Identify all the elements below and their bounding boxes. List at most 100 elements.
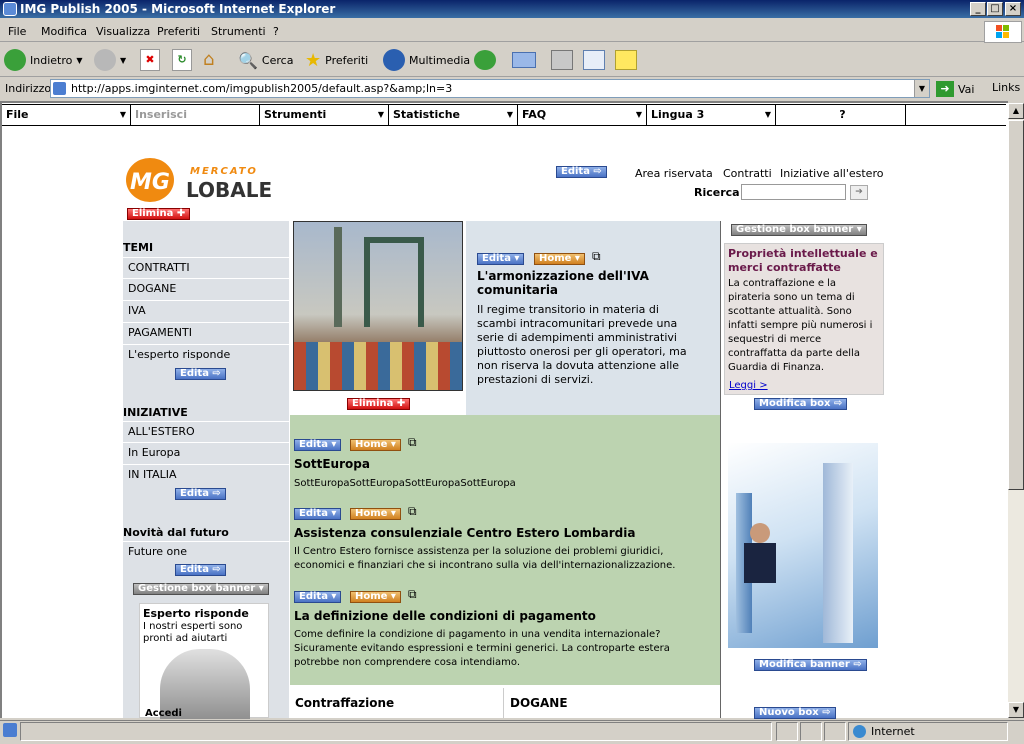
box-dogane-title[interactable]: DOGANE bbox=[510, 696, 568, 710]
gestione-box-banner-right-button[interactable]: Gestione box banner ▾ bbox=[731, 224, 867, 236]
scroll-thumb[interactable] bbox=[1008, 120, 1024, 490]
ip-box-title[interactable]: Proprietà intellettuale e merci contraff… bbox=[728, 247, 878, 275]
box-contraffazione-title[interactable]: Contraffazione bbox=[295, 696, 394, 710]
stop-icon[interactable]: ✖ bbox=[140, 49, 160, 71]
appmenu-help[interactable]: ? bbox=[776, 105, 906, 125]
nav-pagamenti[interactable]: PAGAMENTI bbox=[123, 323, 289, 345]
copy-icon[interactable]: ⧉ bbox=[408, 435, 417, 450]
menu-file[interactable]: File bbox=[8, 25, 26, 38]
menu-strumenti[interactable]: Strumenti bbox=[211, 25, 266, 38]
star-icon: ★ bbox=[305, 49, 322, 71]
nav-future-one[interactable]: Future one bbox=[123, 541, 289, 563]
news-list: Edita ▾ Home ▾ ⧉ SottEuropa SottEuropaSo… bbox=[290, 415, 720, 685]
back-arrow-icon bbox=[4, 49, 26, 71]
business-banner-image[interactable] bbox=[728, 443, 878, 648]
nav-in-italia[interactable]: IN ITALIA bbox=[123, 465, 289, 487]
link-area-riservata[interactable]: Area riservata bbox=[635, 167, 713, 180]
site-search-input[interactable] bbox=[741, 184, 846, 200]
elimina-image-button[interactable]: Elimina ✚ bbox=[347, 398, 411, 410]
copy-icon[interactable]: ⧉ bbox=[408, 504, 417, 519]
scroll-up-button[interactable]: ▲ bbox=[1008, 103, 1024, 119]
news-title[interactable]: Assistenza consulenziale Centro Estero L… bbox=[294, 526, 635, 540]
home-article-button[interactable]: Home ▾ bbox=[534, 253, 585, 265]
copy-icon[interactable]: ⧉ bbox=[592, 249, 601, 264]
maximize-button[interactable]: □ bbox=[987, 2, 1003, 16]
nav-all-estero[interactable]: ALL'ESTERO bbox=[123, 421, 289, 443]
link-contratti[interactable]: Contratti bbox=[723, 167, 772, 180]
home-news2-button[interactable]: Home ▾ bbox=[350, 508, 401, 520]
search-button[interactable]: 🔍 Cerca bbox=[238, 48, 293, 72]
edita-article-button[interactable]: Edita ▾ bbox=[477, 253, 525, 265]
url-dropdown-button[interactable]: ▼ bbox=[914, 80, 929, 97]
page-icon bbox=[3, 723, 17, 737]
forward-arrow-icon bbox=[94, 49, 116, 71]
home-news3-button[interactable]: Home ▾ bbox=[350, 591, 401, 603]
go-button[interactable]: ➜ Vai bbox=[936, 80, 974, 98]
mail-icon[interactable] bbox=[512, 52, 536, 68]
edita-header-button[interactable]: Edita ⇨ bbox=[556, 166, 607, 178]
appmenu-faq[interactable]: FAQ ▼ bbox=[518, 105, 647, 125]
port-cranes-image bbox=[293, 221, 463, 391]
elimina-logo-button[interactable]: Elimina ✚ bbox=[127, 208, 191, 220]
edita-news3-button[interactable]: Edita ▾ bbox=[294, 591, 342, 603]
modifica-banner-button[interactable]: Modifica banner ⇨ bbox=[754, 659, 867, 671]
back-button[interactable]: Indietro ▼ bbox=[4, 48, 83, 72]
appmenu-file[interactable]: File ▼ bbox=[2, 105, 131, 125]
close-button[interactable]: × bbox=[1005, 2, 1021, 16]
nav-in-europa[interactable]: In Europa bbox=[123, 443, 289, 465]
nav-dogane[interactable]: DOGANE bbox=[123, 279, 289, 301]
leggi-link[interactable]: Leggi > bbox=[729, 380, 768, 391]
edita-iniziative-button[interactable]: Edita ⇨ bbox=[175, 488, 226, 500]
search-label: Ricerca bbox=[694, 186, 740, 199]
app-menu: File ▼ Inserisci Strumenti ▼ Statistiche ▼ … bbox=[2, 104, 1006, 126]
print-icon[interactable] bbox=[551, 50, 573, 70]
nav-esperto-risponde[interactable]: L'esperto risponde bbox=[123, 345, 289, 367]
banner-link[interactable]: Accedi bbox=[145, 708, 182, 719]
favorites-button[interactable]: ★ Preferiti bbox=[305, 48, 368, 72]
menu-visualizza[interactable]: Visualizza bbox=[96, 25, 150, 38]
chevron-down-icon: ▼ bbox=[119, 110, 126, 119]
menu-help[interactable]: ? bbox=[273, 25, 279, 38]
minimize-button[interactable]: _ bbox=[970, 2, 986, 16]
window-title: IMG Publish 2005 - Microsoft Internet Ex… bbox=[0, 0, 1024, 18]
appmenu-strumenti[interactable]: Strumenti ▼ bbox=[260, 105, 389, 125]
link-iniziative-estero[interactable]: Iniziative all'estero bbox=[780, 167, 883, 180]
nav-iva[interactable]: IVA bbox=[123, 301, 289, 323]
edita-novita-button[interactable]: Edita ⇨ bbox=[175, 564, 226, 576]
gestione-box-banner-left-button[interactable]: Gestione box banner ▾ bbox=[133, 583, 269, 595]
appmenu-lingua[interactable]: Lingua 3 ▼ bbox=[647, 105, 776, 125]
modifica-box-button[interactable]: Modifica box ⇨ bbox=[754, 398, 848, 410]
menu-modifica[interactable]: Modifica bbox=[41, 25, 87, 38]
appmenu-statistiche[interactable]: Statistiche ▼ bbox=[389, 105, 518, 125]
nuovo-box-button[interactable]: Nuovo box ⇨ bbox=[754, 707, 836, 719]
url-field[interactable]: http://apps.imginternet.com/imgpublish20… bbox=[50, 79, 930, 98]
article-title[interactable]: L'armonizzazione dell'IVA comunitaria bbox=[477, 269, 707, 297]
news-title[interactable]: SottEuropa bbox=[294, 457, 370, 471]
mercato-globale-logo[interactable]: MG MERCATO LOBALE bbox=[126, 156, 286, 206]
copy-icon[interactable]: ⧉ bbox=[408, 587, 417, 602]
edita-news1-button[interactable]: Edita ▾ bbox=[294, 439, 342, 451]
edit-icon[interactable] bbox=[583, 50, 605, 70]
appmenu-inserisci[interactable]: Inserisci bbox=[131, 105, 260, 125]
home-news1-button[interactable]: Home ▾ bbox=[350, 439, 401, 451]
banner-title: Esperto risponde bbox=[143, 607, 249, 620]
menu-preferiti[interactable]: Preferiti bbox=[157, 25, 200, 38]
forward-button[interactable]: ▼ bbox=[94, 48, 126, 72]
history-icon[interactable] bbox=[474, 50, 496, 70]
nav-contratti[interactable]: CONTRATTI bbox=[123, 257, 289, 279]
go-arrow-icon: ➜ bbox=[936, 81, 954, 97]
search-go-button[interactable]: ➔ bbox=[850, 185, 868, 200]
media-button[interactable]: Multimedia bbox=[383, 48, 470, 72]
home-icon[interactable]: ⌂ bbox=[203, 49, 225, 71]
zone-label: Internet bbox=[871, 725, 915, 738]
edita-news2-button[interactable]: Edita ▾ bbox=[294, 508, 342, 520]
esperto-banner[interactable]: Esperto risponde I nostri esperti sono p… bbox=[139, 603, 269, 719]
scroll-down-button[interactable]: ▼ bbox=[1008, 702, 1024, 718]
links-button[interactable]: Links bbox=[992, 81, 1020, 94]
messenger-icon[interactable] bbox=[615, 50, 637, 70]
edita-temi-button[interactable]: Edita ⇨ bbox=[175, 368, 226, 380]
page-icon bbox=[53, 82, 66, 95]
news-title[interactable]: La definizione delle condizioni di pagam… bbox=[294, 609, 596, 623]
right-sidebar: Gestione box banner ▾ Proprietà intellet… bbox=[722, 221, 884, 719]
refresh-icon[interactable]: ↻ bbox=[172, 49, 192, 71]
